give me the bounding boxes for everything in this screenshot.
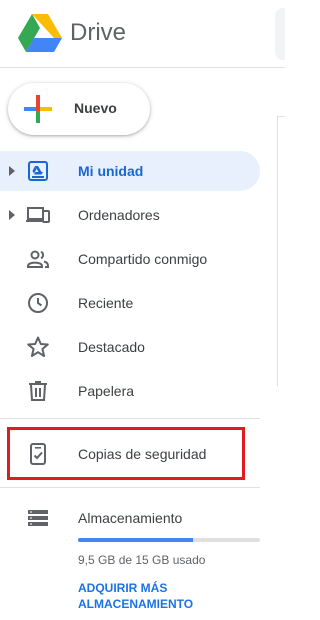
sidebar-item-label: Destacado xyxy=(78,339,145,355)
expand-caret-icon[interactable] xyxy=(9,166,15,176)
clock-icon xyxy=(28,293,48,313)
buy-storage-link-line2: ALMACENAMIENTO xyxy=(78,597,194,611)
new-button-label: Nuevo xyxy=(74,100,117,116)
new-button[interactable]: Nuevo xyxy=(8,83,150,135)
sidebar-item-trash[interactable]: Papelera xyxy=(0,371,260,411)
plus-icon xyxy=(24,95,52,123)
sidebar-item-starred[interactable]: Destacado xyxy=(0,327,260,367)
sidebar-item-label: Ordenadores xyxy=(78,207,160,223)
storage-usage-text: 9,5 GB de 15 GB usado xyxy=(78,553,206,567)
storage-usage-fill xyxy=(78,538,193,542)
sidebar-item-label: Mi unidad xyxy=(78,163,144,179)
main-content-border xyxy=(277,116,278,386)
storage-title[interactable]: Almacenamiento xyxy=(78,510,182,526)
computers-icon xyxy=(26,207,50,223)
sidebar-item-label: Papelera xyxy=(78,383,135,399)
sidebar-divider xyxy=(0,487,260,488)
sidebar-item-shared-with-me[interactable]: Compartido conmigo xyxy=(0,239,260,279)
brand-name: Drive xyxy=(70,19,127,46)
trash-icon xyxy=(29,381,47,401)
sidebar-item-recent[interactable]: Reciente xyxy=(0,283,260,323)
storage-icon xyxy=(28,510,48,526)
highlight-box xyxy=(7,427,245,480)
star-icon xyxy=(27,336,49,357)
expand-caret-icon[interactable] xyxy=(9,210,15,220)
drive-sidebar-page: Drive Nuevo Mi unidad Ordenadores Compar… xyxy=(0,0,285,620)
sidebar-item-label: Reciente xyxy=(78,295,134,311)
buy-storage-link[interactable]: ADQUIRIR MÁS ALMACENAMIENTO xyxy=(78,580,248,612)
shared-people-icon xyxy=(27,250,49,268)
sidebar-divider xyxy=(0,418,260,419)
app-header: Drive xyxy=(0,0,285,68)
drive-logo-icon[interactable] xyxy=(18,14,62,52)
sidebar-item-computers[interactable]: Ordenadores xyxy=(0,195,260,235)
sidebar-item-label: Compartido conmigo xyxy=(78,251,208,267)
storage-usage-bar xyxy=(78,538,260,542)
main-content-border-top xyxy=(277,116,285,117)
my-drive-icon xyxy=(28,161,48,181)
buy-storage-link-line1: ADQUIRIR MÁS xyxy=(78,581,168,595)
search-bar-edge[interactable] xyxy=(275,8,285,60)
sidebar-item-my-drive[interactable]: Mi unidad xyxy=(0,151,260,191)
